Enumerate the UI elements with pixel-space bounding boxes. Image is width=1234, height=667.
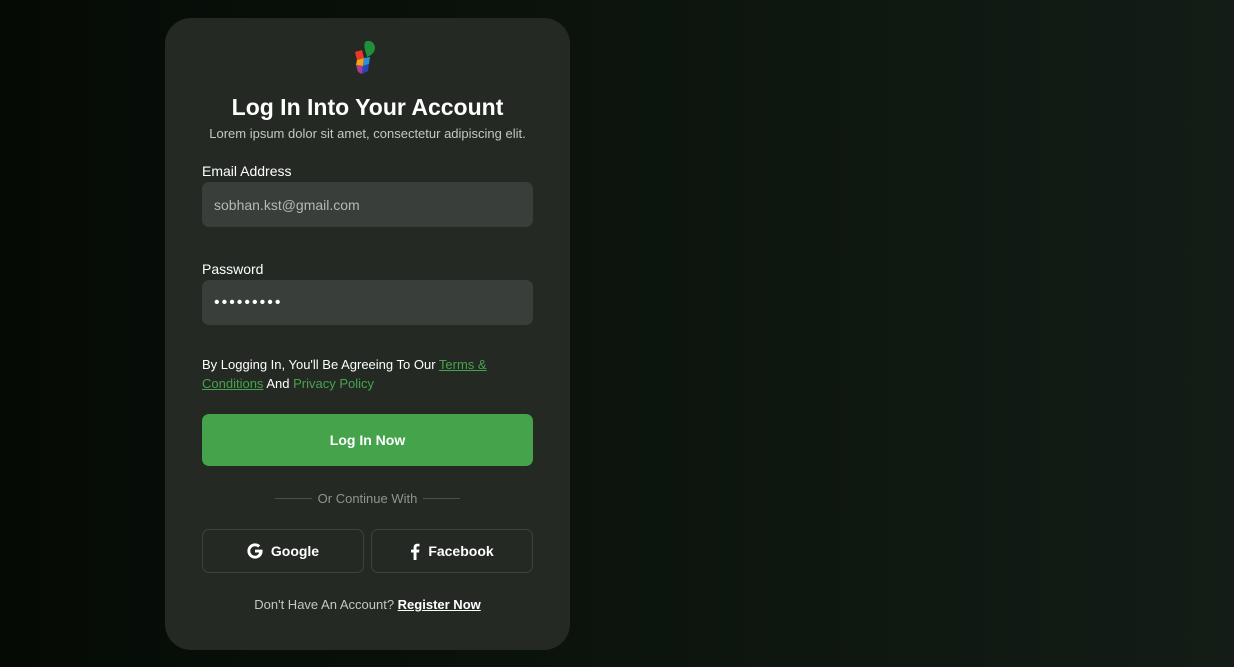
login-button[interactable]: Log In Now: [202, 414, 533, 466]
divider-line-right: [423, 497, 461, 499]
register-link[interactable]: Register Now: [398, 597, 481, 612]
login-card: Log In Into Your Account Lorem ipsum dol…: [165, 18, 570, 650]
email-label: Email Address: [202, 163, 292, 179]
google-button-label: Google: [270, 543, 320, 559]
page-subtitle: Lorem ipsum dolor sit amet, consectetur …: [209, 126, 526, 141]
terms-prefix: By Logging In, You'll Be Agreeing To Our: [202, 357, 436, 372]
email-input[interactable]: [202, 182, 533, 227]
divider-text: Or Continue With: [317, 490, 418, 506]
terms-middle: And: [266, 376, 290, 391]
page-title: Log In Into Your Account: [231, 94, 504, 120]
privacy-policy-link[interactable]: Privacy Policy: [293, 376, 374, 391]
brand-logo-icon: [355, 40, 375, 74]
register-prompt: Don't Have An Account? Register Now: [165, 597, 570, 612]
terms-notice: By Logging In, You'll Be Agreeing To Our…: [202, 355, 533, 393]
or-continue-divider: Or Continue With: [275, 489, 461, 507]
facebook-icon: [411, 543, 420, 560]
register-prompt-text: Don't Have An Account?: [254, 597, 395, 612]
divider-line-left: [275, 497, 312, 499]
google-login-button[interactable]: Google: [202, 529, 364, 573]
facebook-login-button[interactable]: Facebook: [371, 529, 533, 573]
google-icon: [247, 543, 263, 559]
password-input[interactable]: [202, 280, 533, 325]
password-label: Password: [202, 261, 264, 277]
facebook-button-label: Facebook: [428, 543, 494, 559]
